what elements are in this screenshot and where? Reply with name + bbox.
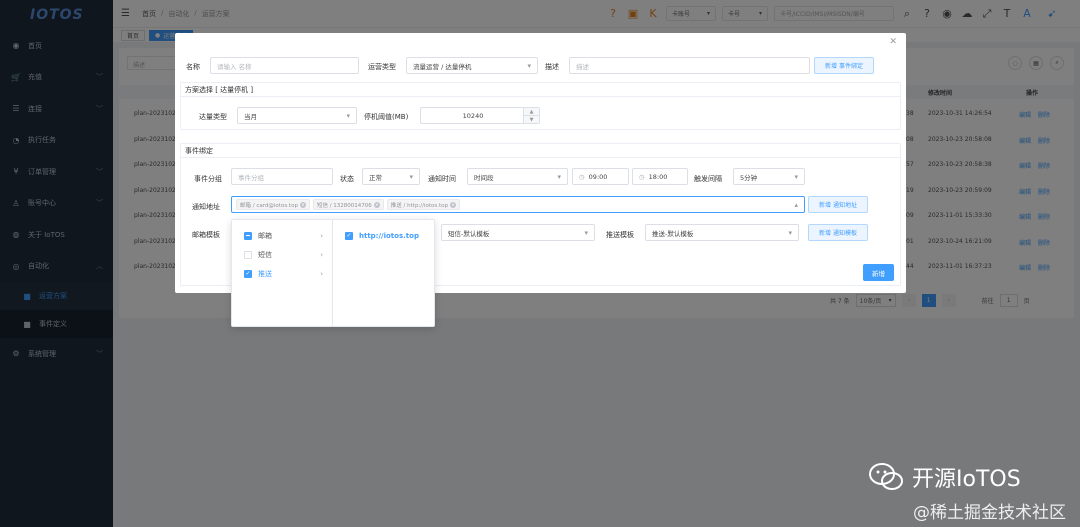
increase-icon[interactable]: ▲ xyxy=(524,108,539,116)
notify-addr-label: 通知地址 xyxy=(192,203,220,211)
notify-chip: 推送 / http://iotos.top ✕ xyxy=(386,199,461,210)
threshold-stepper[interactable]: 10240 ▲ ▼ xyxy=(420,107,540,124)
remove-chip-icon[interactable]: ✕ xyxy=(450,201,457,208)
interval-select[interactable]: 5分钟 ▾ xyxy=(733,168,805,185)
name-input[interactable]: 请输入 名称 xyxy=(210,57,359,74)
notify-time-label: 通知时间 xyxy=(428,175,456,183)
cascader-option-label: 邮箱 xyxy=(258,231,272,240)
push-template-label: 推送模板 xyxy=(606,231,634,239)
mail-template-label: 邮箱模板 xyxy=(192,231,220,239)
event-group-select[interactable]: 事件分组 xyxy=(231,168,333,185)
submit-button[interactable]: 新增 xyxy=(863,264,894,281)
scheme-section-title: 方案选择 [ 达量停机 ] xyxy=(181,83,900,97)
desc-label: 描述 xyxy=(545,63,559,71)
cascader-option-label: 推送 xyxy=(258,269,272,278)
type-select[interactable]: 流量运营 / 达量停机 ▾ xyxy=(406,57,538,74)
cascader-option-label: http://iotos.top xyxy=(359,231,419,240)
quantity-type-select[interactable]: 当月 ▾ xyxy=(237,107,357,124)
type-label: 运营类型 xyxy=(368,63,396,71)
decrease-icon[interactable]: ▼ xyxy=(524,116,539,123)
checkbox[interactable] xyxy=(244,231,252,240)
cascader-column-address: ✓ http://iotos.top xyxy=(333,220,434,326)
checkbox[interactable]: ✓ xyxy=(244,269,252,278)
add-notify-addr-button[interactable]: 新增 通知地址 xyxy=(808,196,868,213)
notify-addr-multiselect[interactable]: 邮箱 / card@iotos.top ✕ 短信 / 13280014706 ✕ 推… xyxy=(231,196,805,213)
time-end-picker[interactable]: ◷ 18:00 xyxy=(632,168,688,185)
cascader-option[interactable]: 短信 › xyxy=(232,245,332,264)
event-group-label: 事件分组 xyxy=(194,175,222,183)
threshold-label: 停机阈值(MB) xyxy=(364,113,409,121)
remove-chip-icon[interactable]: ✕ xyxy=(373,201,380,208)
quantity-type-label: 达量类型 xyxy=(199,113,227,121)
notify-chip: 邮箱 / card@iotos.top ✕ xyxy=(236,199,310,210)
cascader-option[interactable]: ✓ http://iotos.top xyxy=(333,226,434,245)
push-template-select[interactable]: 推送-默认模板 ▾ xyxy=(645,224,799,241)
checkbox[interactable] xyxy=(244,250,252,259)
clock-icon: ◷ xyxy=(639,172,645,181)
close-icon[interactable]: ✕ xyxy=(889,37,897,47)
chevron-right-icon: › xyxy=(320,250,323,259)
checkbox[interactable]: ✓ xyxy=(345,231,353,240)
notify-time-select[interactable]: 时间段 ▾ xyxy=(467,168,568,185)
sms-template-select[interactable]: 短信-默认模板 ▾ xyxy=(441,224,595,241)
wechat-icon xyxy=(869,463,903,490)
desc-textarea[interactable]: 描述 xyxy=(569,57,810,74)
cascader-column-type: 邮箱 › 短信 › ✓ 推送 › xyxy=(232,220,333,326)
cascader-option-label: 短信 xyxy=(258,250,272,259)
event-section-title: 事件绑定 xyxy=(181,144,900,158)
clock-icon: ◷ xyxy=(579,172,585,181)
status-label: 状态 xyxy=(340,175,354,183)
watermark-title: 开源IoTOS xyxy=(912,467,1021,492)
chevron-right-icon: › xyxy=(320,231,323,240)
status-select[interactable]: 正常 ▾ xyxy=(362,168,420,185)
add-template-button[interactable]: 新增 通知模板 xyxy=(808,224,868,241)
time-start-picker[interactable]: ◷ 09:00 xyxy=(572,168,629,185)
chevron-right-icon: › xyxy=(320,269,323,278)
watermark: 开源IoTOS xyxy=(868,461,1021,493)
notify-cascader-dropdown: 邮箱 › 短信 › ✓ 推送 › ✓ http://iotos.top xyxy=(231,219,435,327)
name-label: 名称 xyxy=(186,63,200,71)
cascader-option[interactable]: 邮箱 › xyxy=(232,226,332,245)
interval-label: 触发间隔 xyxy=(694,175,722,183)
watermark-subtitle: @稀土掘金技术社区 xyxy=(913,503,1066,523)
notify-chip: 短信 / 13280014706 ✕ xyxy=(312,199,384,210)
add-event-binding-button[interactable]: 新增 事件绑定 xyxy=(814,57,874,74)
remove-chip-icon[interactable]: ✕ xyxy=(299,201,306,208)
cascader-option[interactable]: ✓ 推送 › xyxy=(232,264,332,283)
